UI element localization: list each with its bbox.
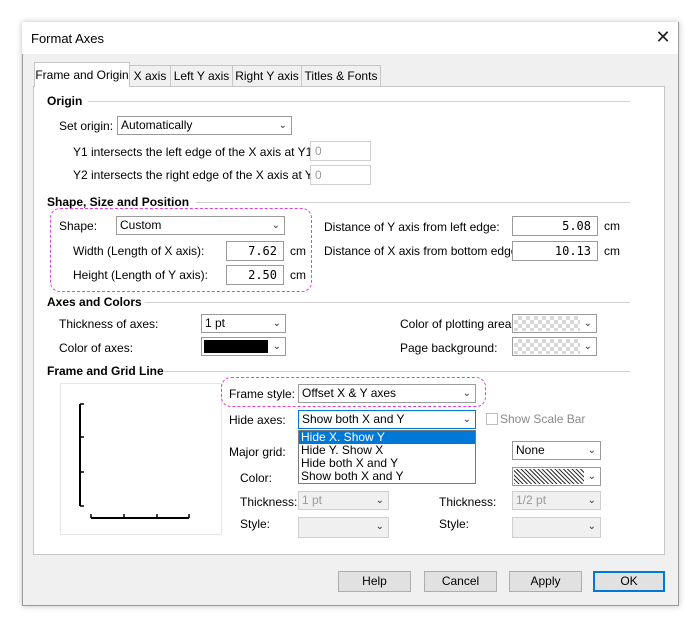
help-button[interactable]: Help	[338, 571, 411, 592]
minor-grid-select[interactable]: None ⌄	[512, 441, 601, 460]
color-axes-picker[interactable]: ⌄	[201, 337, 286, 356]
height-field[interactable]: 2.50	[226, 265, 284, 285]
major-grid-style-select[interactable]: ⌄	[298, 517, 389, 538]
tab-x-axis[interactable]: X axis	[129, 65, 171, 86]
divider	[145, 302, 630, 303]
grid-thickness-label: Thickness:	[240, 495, 298, 509]
hide-axes-value: Show both X and Y	[302, 412, 405, 426]
divider	[88, 101, 630, 102]
show-scale-bar-label: Show Scale Bar	[500, 412, 586, 426]
chevron-down-icon: ⌄	[272, 341, 281, 352]
grid-color-picker[interactable]: ⌄	[512, 467, 601, 486]
close-icon[interactable]: ✕	[652, 26, 674, 48]
minor-style-label: Style:	[439, 517, 470, 531]
transparent-swatch	[514, 316, 580, 331]
width-field[interactable]: 7.62	[226, 241, 284, 261]
frame-grid-section-title: Frame and Grid Line	[47, 364, 164, 378]
plot-area-color-picker[interactable]: ⌄	[512, 314, 597, 333]
plot-area-color-label: Color of plotting area:	[400, 317, 515, 331]
dist-y-label: Distance of Y axis from left edge:	[324, 220, 500, 234]
frame-preview-graphic	[79, 403, 190, 519]
height-label: Height (Length of Y axis):	[73, 268, 208, 282]
thickness-axes-value: 1 pt	[205, 316, 226, 330]
apply-button[interactable]: Apply	[509, 571, 582, 592]
shape-label: Shape:	[59, 219, 98, 233]
dist-x-label: Distance of X axis from bottom edge:	[324, 244, 521, 258]
minor-grid-thickness-select[interactable]: 1/2 pt ⌄	[512, 491, 601, 510]
chevron-down-icon: ⌄	[462, 388, 471, 399]
dist-y-field[interactable]: 5.08	[512, 216, 598, 236]
shape-section-title: Shape, Size and Position	[47, 195, 190, 209]
frame-style-select[interactable]: Offset X & Y axes ⌄	[298, 384, 476, 403]
chevron-down-icon: ⌄	[587, 521, 596, 532]
divider	[163, 371, 630, 372]
ok-button[interactable]: OK	[593, 571, 665, 592]
transparent-swatch	[514, 339, 580, 354]
dropdown-option[interactable]: Show both X and Y	[299, 470, 475, 483]
thickness-axes-label: Thickness of axes:	[59, 317, 159, 331]
hide-axes-dropdown-list: Hide X. Show Y Hide Y. Show X Hide both …	[298, 430, 476, 484]
title-bar	[22, 22, 678, 54]
y2-label: Y2 intersects the right edge of the X ax…	[73, 168, 327, 182]
chevron-down-icon: ⌄	[271, 220, 280, 231]
page-bg-label: Page background:	[400, 341, 498, 355]
width-unit: cm	[290, 244, 306, 258]
chevron-down-icon: ⌄	[583, 318, 592, 329]
y1-label: Y1 intersects the left edge of the X axi…	[73, 145, 320, 159]
axes-colors-section-title: Axes and Colors	[47, 295, 142, 309]
dist-y-unit: cm	[604, 219, 620, 233]
grid-style-label: Style:	[240, 517, 271, 531]
minor-grid-style-select[interactable]: ⌄	[512, 517, 601, 538]
chevron-down-icon: ⌄	[278, 120, 287, 131]
tab-left-y-axis[interactable]: Left Y axis	[170, 65, 233, 86]
tab-titles-fonts[interactable]: Titles & Fonts	[301, 65, 381, 86]
grid-color-label: Color:	[240, 471, 273, 485]
color-axes-label: Color of axes:	[59, 341, 134, 355]
minor-thickness-label: Thickness:	[439, 495, 497, 509]
set-origin-value: Automatically	[121, 118, 193, 132]
major-grid-thickness-select[interactable]: 1 pt ⌄	[298, 491, 389, 510]
chevron-down-icon: ⌄	[583, 341, 592, 352]
shape-select[interactable]: Custom ⌄	[116, 216, 285, 235]
chevron-down-icon: ⌄	[272, 318, 281, 329]
chevron-down-icon: ⌄	[375, 495, 384, 506]
y2-field[interactable]: 0	[310, 165, 371, 185]
color-swatch	[204, 340, 268, 353]
show-scale-bar-checkbox[interactable]	[486, 413, 498, 425]
major-grid-thickness-value: 1 pt	[302, 493, 323, 507]
page-bg-color-picker[interactable]: ⌄	[512, 337, 597, 356]
frame-style-value: Offset X & Y axes	[302, 386, 397, 400]
y1-field[interactable]: 0	[310, 141, 371, 161]
tab-frame-and-origin[interactable]: Frame and Origin	[34, 62, 130, 87]
thickness-axes-select[interactable]: 1 pt ⌄	[201, 314, 286, 333]
chevron-down-icon: ⌄	[587, 471, 596, 482]
divider	[196, 202, 630, 203]
minor-grid-value: None	[516, 443, 545, 457]
chevron-down-icon: ⌄	[462, 414, 471, 425]
height-unit: cm	[290, 268, 306, 282]
tab-right-y-axis[interactable]: Right Y axis	[232, 65, 302, 86]
set-origin-select[interactable]: Automatically ⌄	[117, 116, 292, 135]
origin-section-title: Origin	[47, 94, 83, 108]
dist-x-unit: cm	[604, 244, 620, 258]
hide-axes-select[interactable]: Show both X and Y ⌄	[298, 410, 476, 429]
hide-axes-label: Hide axes:	[229, 413, 286, 427]
chevron-down-icon: ⌄	[587, 445, 596, 456]
frame-preview	[60, 383, 222, 535]
cancel-button[interactable]: Cancel	[424, 571, 497, 592]
major-grid-label: Major grid:	[229, 445, 286, 459]
dialog-title: Format Axes	[31, 31, 104, 46]
shape-value: Custom	[120, 218, 162, 232]
set-origin-label: Set origin:	[59, 119, 114, 133]
grid-color-swatch	[514, 469, 584, 484]
minor-grid-thickness-value: 1/2 pt	[516, 493, 547, 507]
chevron-down-icon: ⌄	[587, 495, 596, 506]
frame-style-label: Frame style:	[229, 387, 296, 401]
chevron-down-icon: ⌄	[375, 521, 384, 532]
width-label: Width (Length of X axis):	[73, 244, 205, 258]
dist-x-field[interactable]: 10.13	[512, 241, 598, 261]
